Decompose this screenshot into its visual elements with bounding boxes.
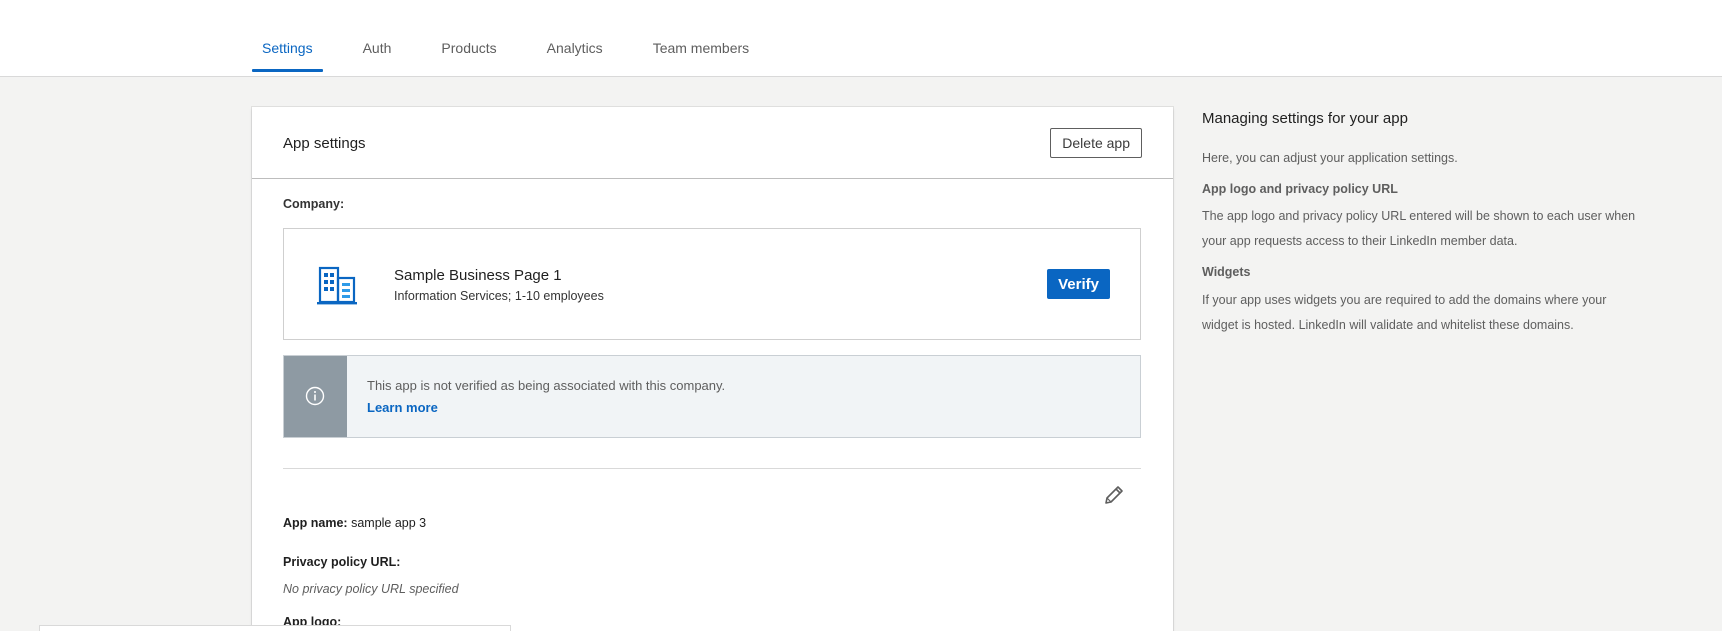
help-intro: Here, you can adjust your application se… xyxy=(1202,151,1458,165)
verification-alert: This app is not verified as being associ… xyxy=(283,355,1141,438)
app-name-label: App name: xyxy=(283,516,348,530)
floating-panel xyxy=(39,625,511,631)
info-icon xyxy=(305,386,325,406)
privacy-policy-value: No privacy policy URL specified xyxy=(283,582,459,596)
app-name-value: sample app 3 xyxy=(351,516,427,530)
tab-auth[interactable]: Auth xyxy=(353,0,402,77)
tab-team-members[interactable]: Team members xyxy=(643,0,759,77)
help-widgets-heading: Widgets xyxy=(1202,265,1251,279)
tab-analytics[interactable]: Analytics xyxy=(537,0,613,77)
app-settings-card: App settings Delete app Company: Sample … xyxy=(252,107,1173,631)
privacy-policy-label: Privacy policy URL: xyxy=(283,555,401,569)
top-nav-bar: Settings Auth Products Analytics Team me… xyxy=(0,0,1722,77)
section-divider xyxy=(283,468,1141,469)
tab-list: Settings Auth Products Analytics Team me… xyxy=(252,0,789,77)
building-icon xyxy=(317,266,357,305)
verify-button[interactable]: Verify xyxy=(1047,269,1110,299)
delete-app-button[interactable]: Delete app xyxy=(1050,128,1142,158)
alert-text: This app is not verified as being associ… xyxy=(367,378,726,393)
help-title: Managing settings for your app xyxy=(1202,110,1408,127)
help-widgets-text: If your app uses widgets you are require… xyxy=(1202,293,1607,332)
company-name: Sample Business Page 1 xyxy=(394,267,562,284)
company-label: Company: xyxy=(283,197,345,211)
help-logo-heading: App logo and privacy policy URL xyxy=(1202,182,1398,196)
pencil-icon[interactable] xyxy=(1102,483,1126,507)
card-header: App settings Delete app xyxy=(252,107,1173,179)
app-name-row: App name: sample app 3 xyxy=(283,516,426,530)
card-title: App settings xyxy=(283,135,366,152)
tab-products[interactable]: Products xyxy=(431,0,506,77)
tab-settings[interactable]: Settings xyxy=(252,0,323,77)
help-logo-text: The app logo and privacy policy URL ente… xyxy=(1202,209,1636,248)
learn-more-link[interactable]: Learn more xyxy=(367,400,438,415)
company-description: Information Services; 1-10 employees xyxy=(394,289,604,303)
alert-side-bar xyxy=(284,356,347,437)
company-box: Sample Business Page 1 Information Servi… xyxy=(283,228,1141,340)
